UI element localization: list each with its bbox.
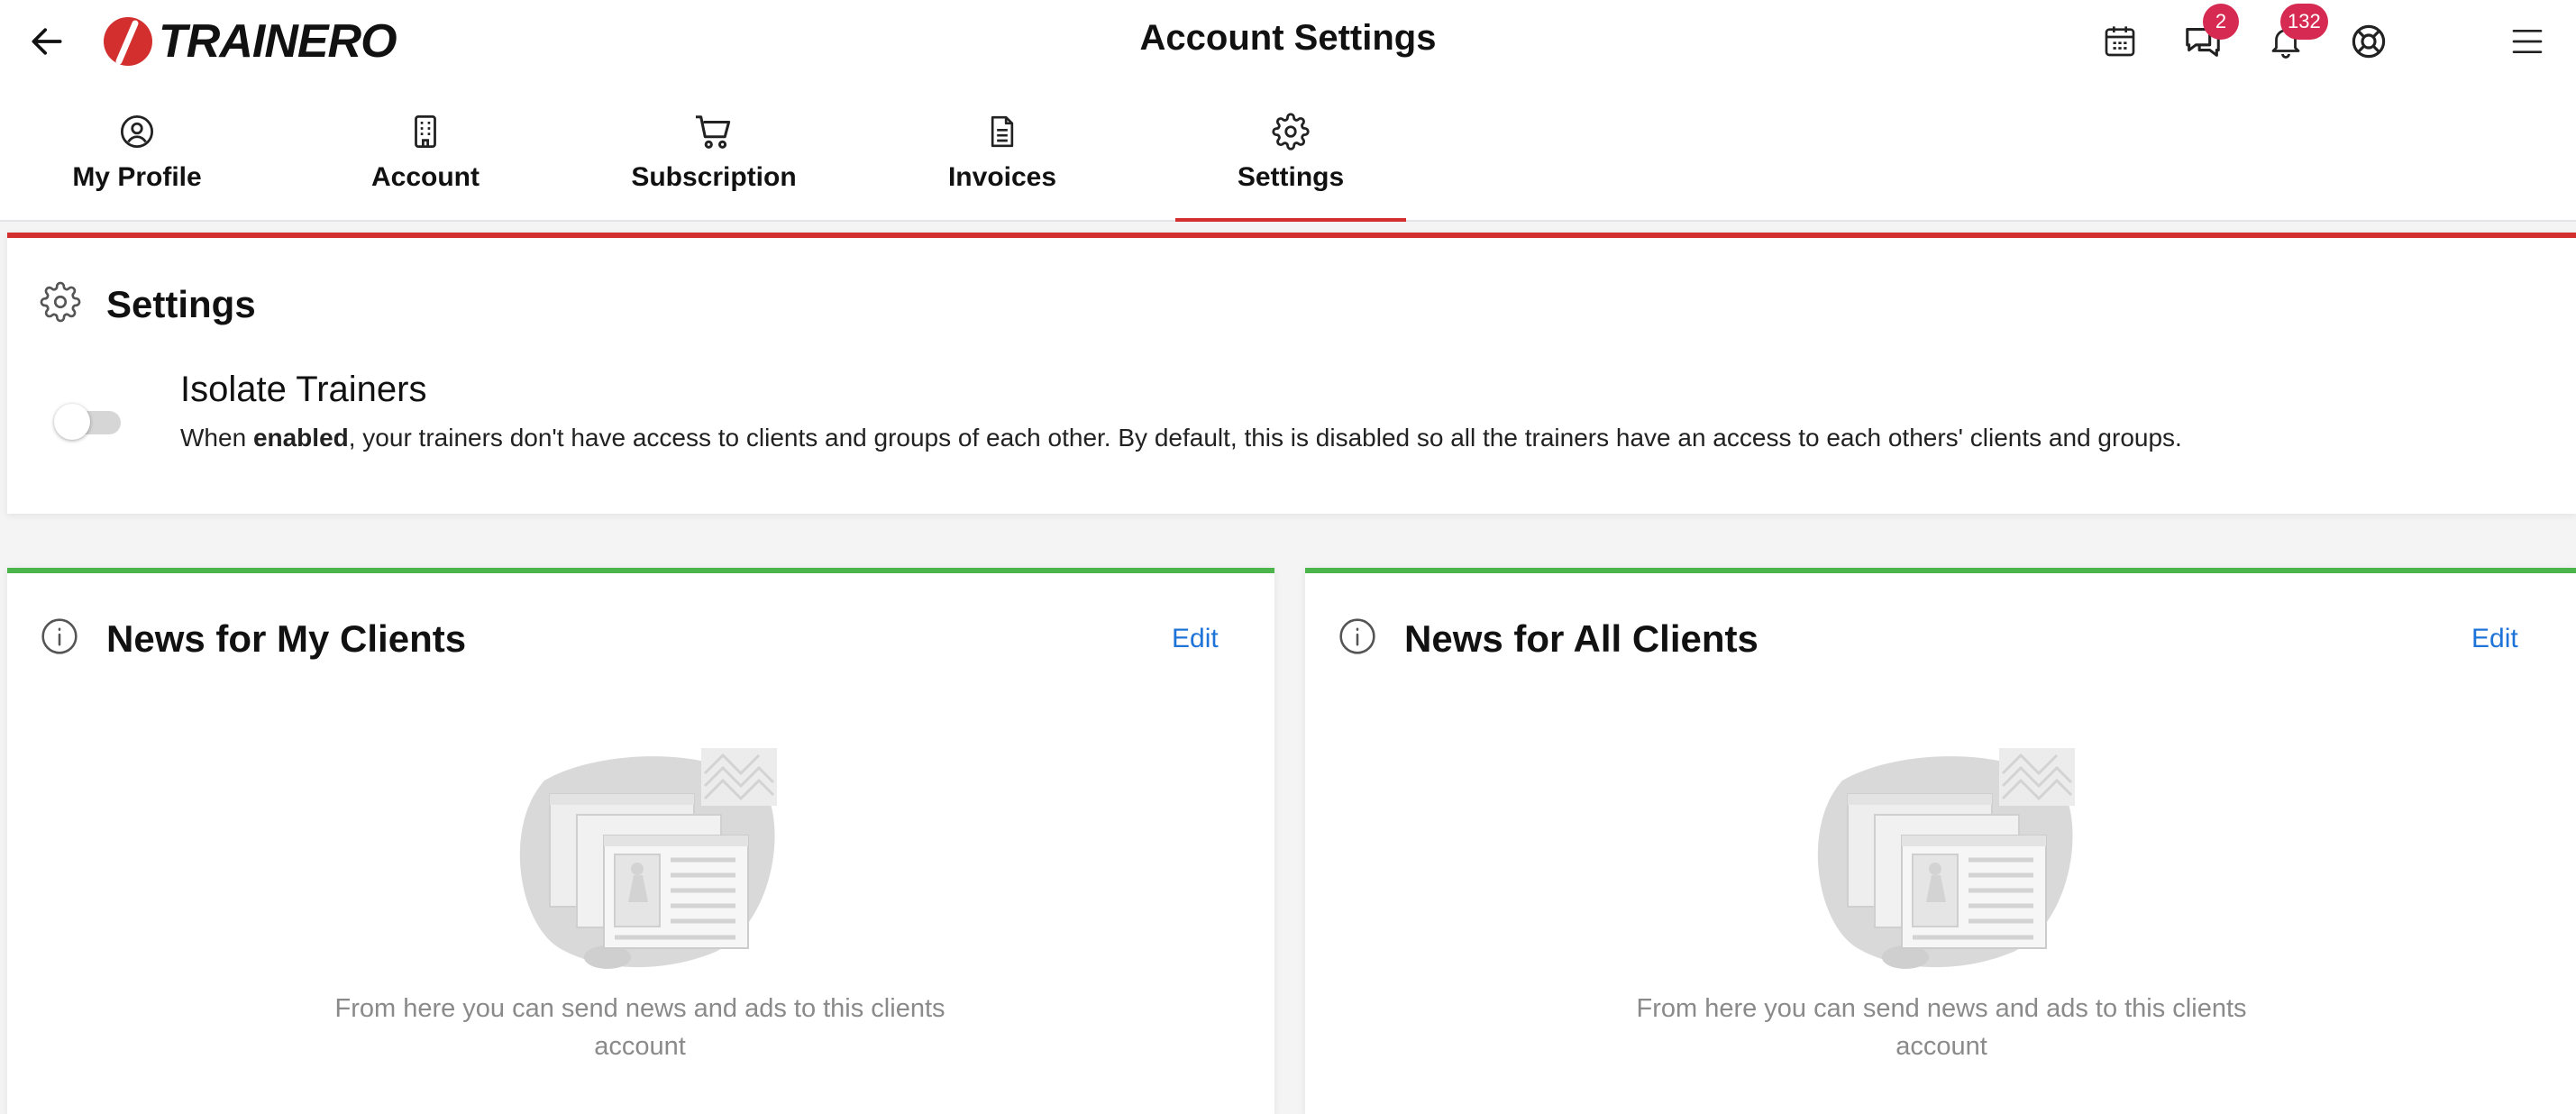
- news-my-clients-header: News for My Clients: [40, 616, 466, 661]
- info-icon: [1338, 616, 1377, 661]
- news-empty-illustration: [1806, 744, 2077, 980]
- messages-icon[interactable]: 2: [2178, 4, 2239, 67]
- tab-my-profile[interactable]: My Profile: [38, 101, 236, 218]
- gear-icon: [40, 281, 81, 327]
- news-my-clients-title: News for My Clients: [106, 616, 467, 660]
- info-icon: [40, 616, 79, 661]
- tab-label: Subscription: [631, 162, 797, 192]
- calendar-icon[interactable]: [2095, 16, 2145, 67]
- isolate-trainers-toggle[interactable]: [54, 404, 123, 440]
- tab-account[interactable]: Account: [326, 101, 525, 218]
- edit-news-my-clients-link[interactable]: Edit: [1172, 624, 1219, 654]
- isolate-trainers-title: Isolate Trainers: [180, 370, 427, 409]
- notifications-bell-icon[interactable]: 132: [2261, 4, 2328, 67]
- tab-label: My Profile: [72, 162, 202, 192]
- toggle-knob: [54, 404, 90, 440]
- building-icon: [406, 112, 444, 151]
- top-bar: TRAINERO Account Settings 2 132 My Profi…: [0, 0, 2576, 222]
- description-text: , your trainers don't have access to cli…: [348, 424, 2182, 452]
- help-lifebuoy-icon[interactable]: [2343, 16, 2394, 67]
- news-empty-illustration: [508, 744, 779, 980]
- menu-hamburger-icon[interactable]: [2502, 16, 2553, 67]
- tab-subscription[interactable]: Subscription: [615, 101, 813, 218]
- user-circle-icon: [118, 112, 156, 151]
- messages-badge: 2: [2203, 4, 2239, 40]
- description-bold-text: enabled: [252, 424, 349, 452]
- news-my-clients-card: News for My Clients Edit From here you c…: [7, 568, 1274, 1114]
- notifications-badge: 132: [2280, 4, 2328, 40]
- tab-label: Invoices: [947, 162, 1057, 192]
- document-icon: [984, 112, 1020, 151]
- news-all-clients-card: News for All Clients Edit From here you …: [1305, 568, 2576, 1114]
- news-all-clients-title: News for All Clients: [1404, 616, 1758, 660]
- edit-news-all-clients-link[interactable]: Edit: [2471, 624, 2518, 654]
- settings-card-header: Settings: [40, 281, 256, 327]
- tab-label: Account: [371, 162, 480, 192]
- settings-card: Settings Isolate Trainers When enabled, …: [7, 233, 2576, 514]
- tab-invoices[interactable]: Invoices: [903, 101, 1101, 218]
- tab-label: Settings: [1237, 162, 1345, 192]
- cart-icon: [693, 112, 735, 151]
- news-empty-text: From here you can send news and ads to t…: [1636, 994, 2247, 1061]
- isolate-trainers-description: When enabled, your trainers don't have a…: [180, 424, 2182, 452]
- settings-card-title: Settings: [106, 282, 256, 325]
- news-all-clients-header: News for All Clients: [1338, 616, 1758, 661]
- gear-icon: [1272, 112, 1310, 151]
- tab-settings[interactable]: Settings: [1175, 101, 1406, 222]
- news-empty-text: From here you can send news and ads to t…: [334, 994, 945, 1061]
- description-text: When: [180, 424, 253, 452]
